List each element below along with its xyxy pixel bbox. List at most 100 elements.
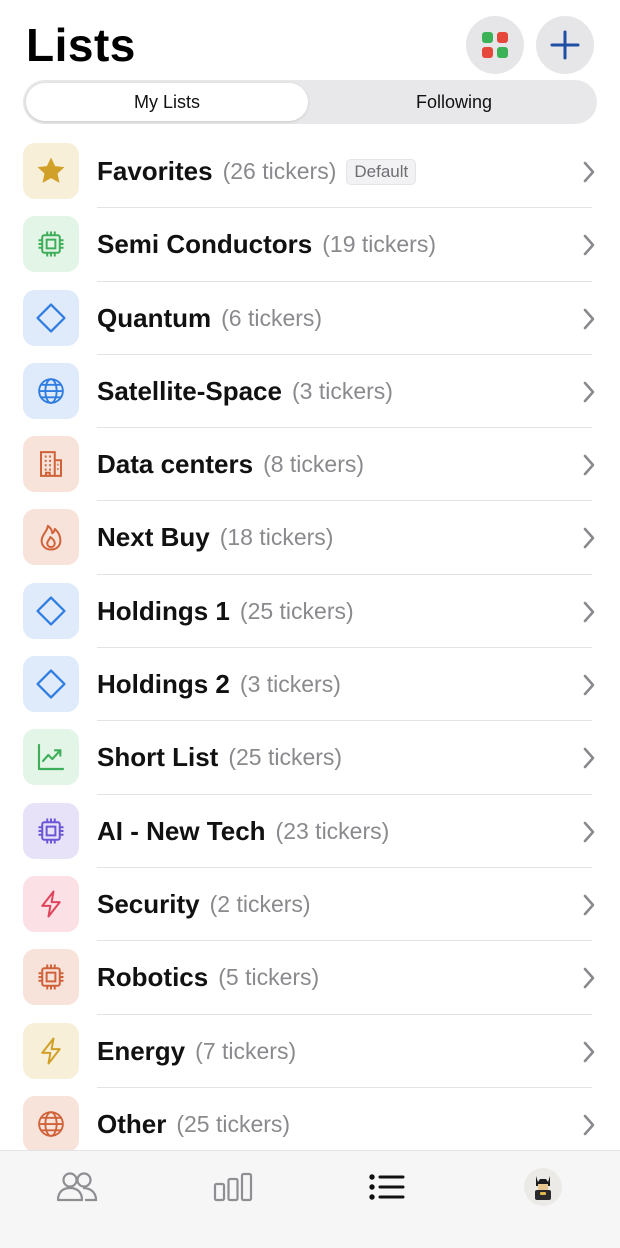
list-row-text: Satellite-Space (3 tickers) — [97, 355, 393, 428]
ticker-count: (8 tickers) — [263, 451, 365, 478]
list-row-quantum[interactable]: Quantum (6 tickers) — [0, 282, 620, 355]
ticker-count: (7 tickers) — [195, 1037, 297, 1064]
list-row-text: Robotics (5 tickers) — [97, 941, 319, 1014]
list-row-favorites[interactable]: Favorites (26 tickers) Default — [0, 135, 620, 209]
list-row-text: Quantum (6 tickers) — [97, 282, 322, 355]
list-row-text: Holdings 1 (25 tickers) — [97, 575, 354, 648]
list-name: Robotics — [97, 962, 209, 993]
chevron-right-icon — [580, 452, 598, 478]
diamond-icon — [23, 656, 79, 713]
list-name: Security — [97, 888, 200, 919]
ticker-count: (25 tickers) — [228, 744, 343, 771]
list-row-next-buy[interactable]: Next Buy (18 tickers) — [0, 501, 620, 575]
chevron-right-icon — [580, 892, 598, 918]
tab-following[interactable]: Following — [313, 83, 595, 121]
chip-icon — [23, 216, 79, 273]
lists-container: Favorites (26 tickers) Default Semi Conduct… — [0, 135, 620, 1161]
list-row-text: Data centers (8 tickers) — [97, 428, 364, 501]
app-grid-button[interactable] — [466, 16, 524, 74]
list-row-holdings-1[interactable]: Holdings 1 (25 tickers) — [0, 575, 620, 649]
tab-community[interactable] — [54, 1167, 100, 1207]
chevron-right-icon — [580, 965, 598, 991]
list-row-text: AI - New Tech (23 tickers) — [97, 795, 389, 868]
diamond-icon — [23, 289, 79, 346]
chevron-right-icon — [580, 525, 598, 551]
app-grid-icon — [482, 32, 508, 58]
list-row-text: Energy (7 tickers) — [97, 1015, 296, 1088]
bolt-icon — [23, 1022, 79, 1079]
chart-line-up-icon — [23, 729, 79, 786]
ticker-count: (26 tickers) — [222, 158, 337, 184]
list-row-text: Security (2 tickers) — [97, 868, 311, 941]
list-row-short-list[interactable]: Short List (25 tickers) — [0, 721, 620, 795]
chevron-right-icon — [580, 819, 598, 845]
list-name: AI - New Tech — [97, 815, 266, 846]
list-name: Semi Conductors — [97, 229, 313, 260]
chevron-right-icon — [580, 306, 598, 332]
list-name: Quantum — [97, 302, 212, 333]
list-name: Next Buy — [97, 522, 210, 553]
ticker-count: (19 tickers) — [322, 231, 436, 258]
list-row-text: Holdings 2 (3 tickers) — [97, 648, 341, 721]
ticker-count: (25 tickers) — [239, 597, 354, 624]
list-name: Holdings 2 — [97, 669, 230, 700]
flame-icon — [23, 509, 79, 566]
chip-icon — [23, 802, 79, 859]
list-row-holdings-2[interactable]: Holdings 2 (3 tickers) — [0, 648, 620, 722]
tab-profile[interactable] — [520, 1167, 566, 1207]
list-row-satellite-space[interactable]: Satellite-Space (3 tickers) — [0, 355, 620, 429]
ticker-count: (23 tickers) — [275, 817, 390, 844]
list-name: Other — [97, 1108, 167, 1139]
globe-icon — [23, 1095, 79, 1152]
ticker-count: (5 tickers) — [218, 964, 320, 991]
list-name: Data centers — [97, 449, 254, 480]
list-row-text: Short List (25 tickers) — [97, 721, 342, 794]
avatar — [524, 1168, 562, 1206]
list-row-ai-new-tech[interactable]: AI - New Tech (23 tickers) — [0, 795, 620, 868]
list-name: Satellite-Space — [97, 375, 282, 406]
chevron-right-icon — [580, 379, 598, 405]
chevron-right-icon — [580, 745, 598, 771]
building-icon — [23, 436, 79, 493]
tab-bar — [0, 1150, 620, 1248]
tab-markets[interactable] — [210, 1167, 256, 1207]
list-name: Holdings 1 — [97, 595, 230, 626]
plus-icon — [550, 30, 580, 60]
people-icon — [56, 1172, 98, 1202]
ticker-count: (6 tickers) — [221, 304, 323, 331]
globe-icon — [23, 362, 79, 419]
chevron-right-icon — [580, 159, 598, 185]
list-row-text: Next Buy (18 tickers) — [97, 501, 333, 574]
list-name: Favorites — [97, 156, 213, 186]
tab-lists[interactable] — [364, 1167, 410, 1207]
list-row-robotics[interactable]: Robotics (5 tickers) — [0, 941, 620, 1015]
avatar-icon — [535, 1176, 551, 1200]
add-list-button[interactable] — [536, 16, 594, 74]
ticker-count: (2 tickers) — [209, 890, 311, 917]
list-row-energy[interactable]: Energy (7 tickers) — [0, 1015, 620, 1088]
chevron-right-icon — [580, 672, 598, 698]
bolt-icon — [23, 875, 79, 932]
list-row-security[interactable]: Security (2 tickers) — [0, 868, 620, 942]
list-row-semi-conductors[interactable]: Semi Conductors (19 tickers) — [0, 208, 620, 282]
page-title: Lists — [26, 19, 136, 71]
list-icon — [369, 1174, 405, 1200]
list-row-text: Semi Conductors (19 tickers) — [97, 208, 436, 281]
default-badge: Default — [346, 158, 417, 185]
list-name: Energy — [97, 1035, 186, 1066]
segmented-control: My Lists Following — [23, 80, 597, 124]
chevron-right-icon — [580, 232, 598, 258]
header: Lists — [0, 0, 620, 80]
tab-my-lists[interactable]: My Lists — [26, 83, 308, 121]
list-row-text: Favorites (26 tickers) Default — [97, 135, 417, 208]
ticker-count: (3 tickers) — [291, 377, 393, 404]
list-row-data-centers[interactable]: Data centers (8 tickers) — [0, 428, 620, 502]
chevron-right-icon — [580, 599, 598, 625]
ticker-count: (18 tickers) — [219, 524, 334, 551]
chip-icon — [23, 949, 79, 1006]
ticker-count: (25 tickers) — [176, 1110, 291, 1137]
chevron-right-icon — [580, 1039, 598, 1065]
star-icon — [23, 143, 79, 199]
list-name: Short List — [97, 742, 219, 773]
bar-chart-icon — [213, 1172, 253, 1202]
